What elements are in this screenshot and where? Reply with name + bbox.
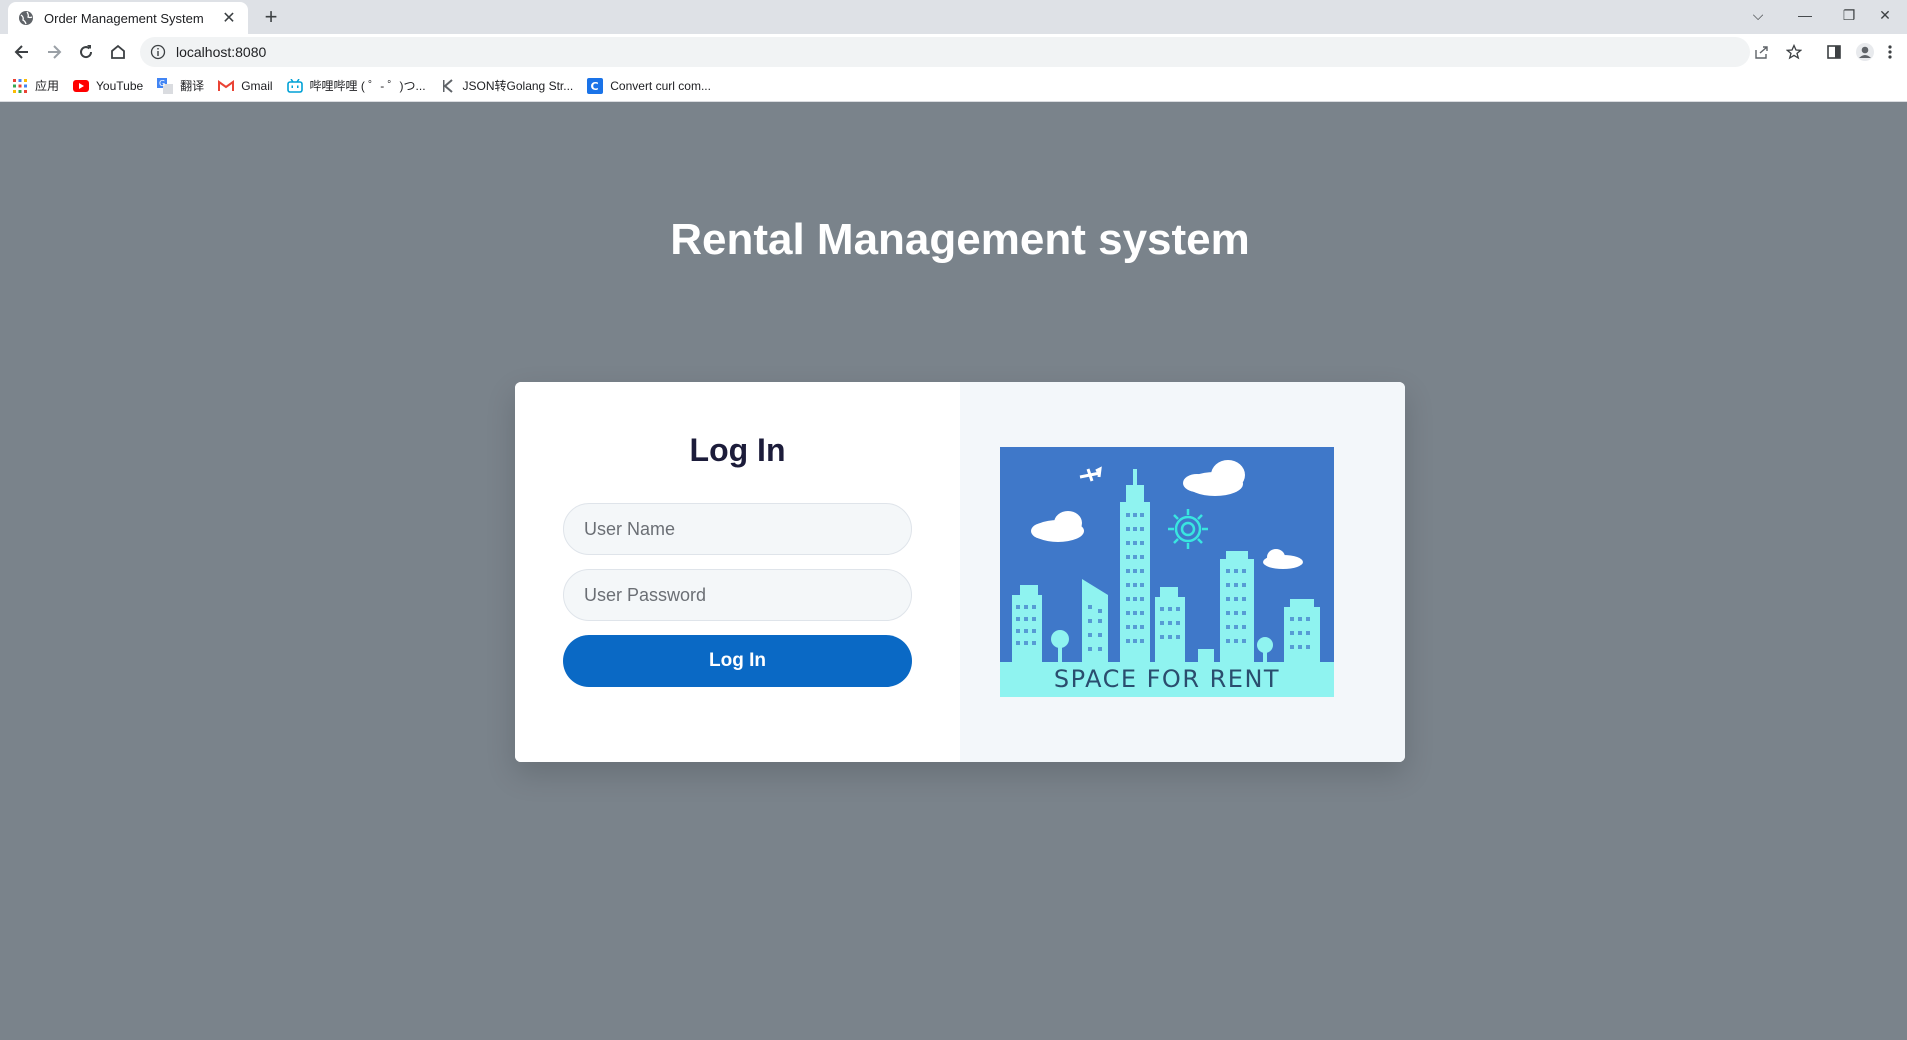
- bookmark-apps[interactable]: 应用: [12, 77, 59, 94]
- share-icon: [1755, 46, 1768, 59]
- bookmark-translate[interactable]: G 翻译: [157, 77, 204, 94]
- login-title: Log In: [689, 432, 786, 468]
- bookmark-gmail[interactable]: Gmail: [218, 78, 273, 94]
- tab-close-icon[interactable]: ✕: [220, 8, 238, 28]
- poster-text: SPACE FOR RENT: [1053, 665, 1281, 693]
- globe-icon: [19, 11, 33, 25]
- kebab-menu-icon: [1888, 45, 1892, 59]
- browser-toolbar: localhost:8080: [0, 34, 1907, 70]
- login-form: Log In Log In: [515, 382, 960, 762]
- username-input[interactable]: [563, 503, 912, 555]
- bookmark-label: 翻译: [180, 79, 205, 93]
- bookmark-youtube[interactable]: YouTube: [73, 78, 143, 94]
- login-card: Log In Log In: [515, 382, 1405, 762]
- share-button[interactable]: [1748, 38, 1776, 66]
- apps-grid-icon: [12, 78, 28, 94]
- tab-search-icon[interactable]: ⌵: [1736, 0, 1780, 30]
- bilibili-icon: [286, 78, 303, 94]
- illustration-panel: SPACE FOR RENT: [960, 382, 1405, 762]
- browser-tab[interactable]: Order Management System ✕: [8, 2, 248, 34]
- reload-icon: [80, 45, 93, 59]
- bookmark-label: 应用: [35, 79, 60, 93]
- home-icon: [111, 44, 125, 59]
- new-tab-button[interactable]: +: [258, 4, 284, 30]
- youtube-icon: [73, 78, 90, 94]
- tab-title: Order Management System: [44, 10, 204, 26]
- translate-icon: G: [157, 77, 174, 94]
- avatar-icon: [1856, 43, 1874, 61]
- address-bar[interactable]: localhost:8080: [140, 37, 1750, 67]
- login-button[interactable]: Log In: [563, 635, 912, 687]
- home-button[interactable]: [104, 38, 132, 66]
- url-text: localhost:8080: [176, 44, 267, 60]
- forward-button[interactable]: [40, 38, 68, 66]
- menu-button[interactable]: [1880, 38, 1900, 66]
- profile-button[interactable]: [1851, 38, 1879, 66]
- arrow-left-icon: [14, 45, 28, 59]
- bookmark-label: JSON转Golang Str...: [462, 79, 574, 93]
- arrow-right-icon: [48, 45, 62, 59]
- tab-strip: Order Management System ✕ + ⌵ — ❐ ✕: [0, 0, 1907, 34]
- back-button[interactable]: [8, 38, 36, 66]
- bookmark-label: 哔哩哔哩 ( ゜- ゜)つ...: [309, 79, 426, 93]
- svg-text:C: C: [591, 80, 599, 93]
- bookmark-bilibili[interactable]: 哔哩哔哩 ( ゜- ゜)つ...: [286, 77, 426, 94]
- page-content: Rental Management system Log In Log In: [0, 103, 1907, 1040]
- star-icon: [1786, 44, 1802, 60]
- minimize-button[interactable]: —: [1783, 0, 1827, 30]
- bookmark-label: Convert curl com...: [610, 78, 711, 93]
- json-icon: [440, 78, 456, 94]
- space-for-rent-illustration: [1000, 447, 1334, 697]
- svg-text:G: G: [159, 79, 165, 88]
- bookmark-star-button[interactable]: [1780, 38, 1808, 66]
- gmail-icon: [218, 78, 235, 94]
- password-input[interactable]: [563, 569, 912, 621]
- page-title: Rental Management system: [670, 215, 1250, 264]
- curl-icon: C: [587, 77, 604, 94]
- reload-button[interactable]: [72, 38, 100, 66]
- info-icon[interactable]: [150, 44, 166, 60]
- side-panel-icon: [1827, 45, 1841, 59]
- bookmark-convert-curl[interactable]: C Convert curl com...: [587, 77, 711, 94]
- window-close-button[interactable]: ✕: [1863, 0, 1907, 30]
- bookmark-json-golang[interactable]: JSON转Golang Str...: [440, 77, 574, 94]
- side-panel-button[interactable]: [1820, 38, 1848, 66]
- bookmarks-bar: 应用 YouTube G 翻译 Gmail 哔哩哔哩 ( ゜- ゜)つ... J…: [0, 70, 1907, 102]
- bookmark-label: YouTube: [96, 78, 144, 93]
- bookmark-label: Gmail: [241, 78, 273, 93]
